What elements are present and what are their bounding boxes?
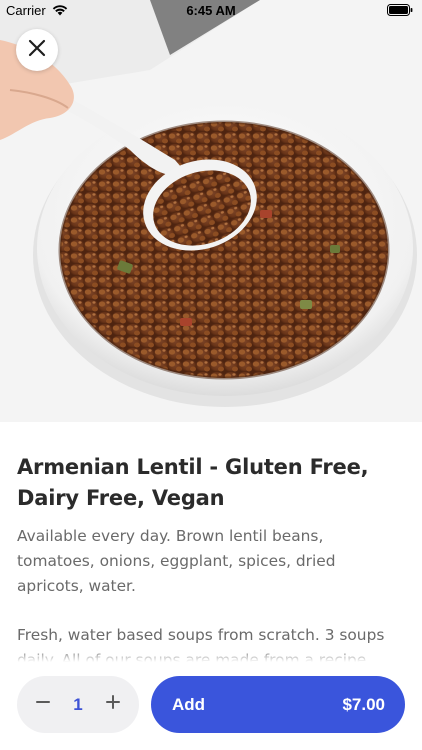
add-to-order-button[interactable]: Add $7.00: [151, 676, 405, 733]
soup-photo: [0, 0, 422, 422]
quantity-stepper: 1: [17, 676, 139, 733]
item-detail-screen: Carrier 6:45 AM Armenian Lentil - Gluten…: [0, 0, 422, 750]
status-time: 6:45 AM: [186, 3, 236, 18]
item-title: Armenian Lentil - Gluten Free, Dairy Fre…: [17, 455, 369, 510]
add-button-label: Add: [172, 695, 206, 714]
plus-icon: [105, 694, 121, 715]
increase-quantity-button[interactable]: [91, 676, 135, 733]
status-bar: Carrier 6:45 AM: [0, 0, 422, 22]
add-button-price: $7.00: [342, 695, 385, 714]
order-bar: 1 Add $7.00: [0, 648, 422, 750]
fade-overlay: [0, 648, 422, 662]
battery-icon: [387, 4, 413, 19]
close-icon: [28, 39, 46, 62]
close-button[interactable]: [16, 29, 58, 71]
item-description: Available every day. Brown lentil beans,…: [17, 527, 336, 595]
